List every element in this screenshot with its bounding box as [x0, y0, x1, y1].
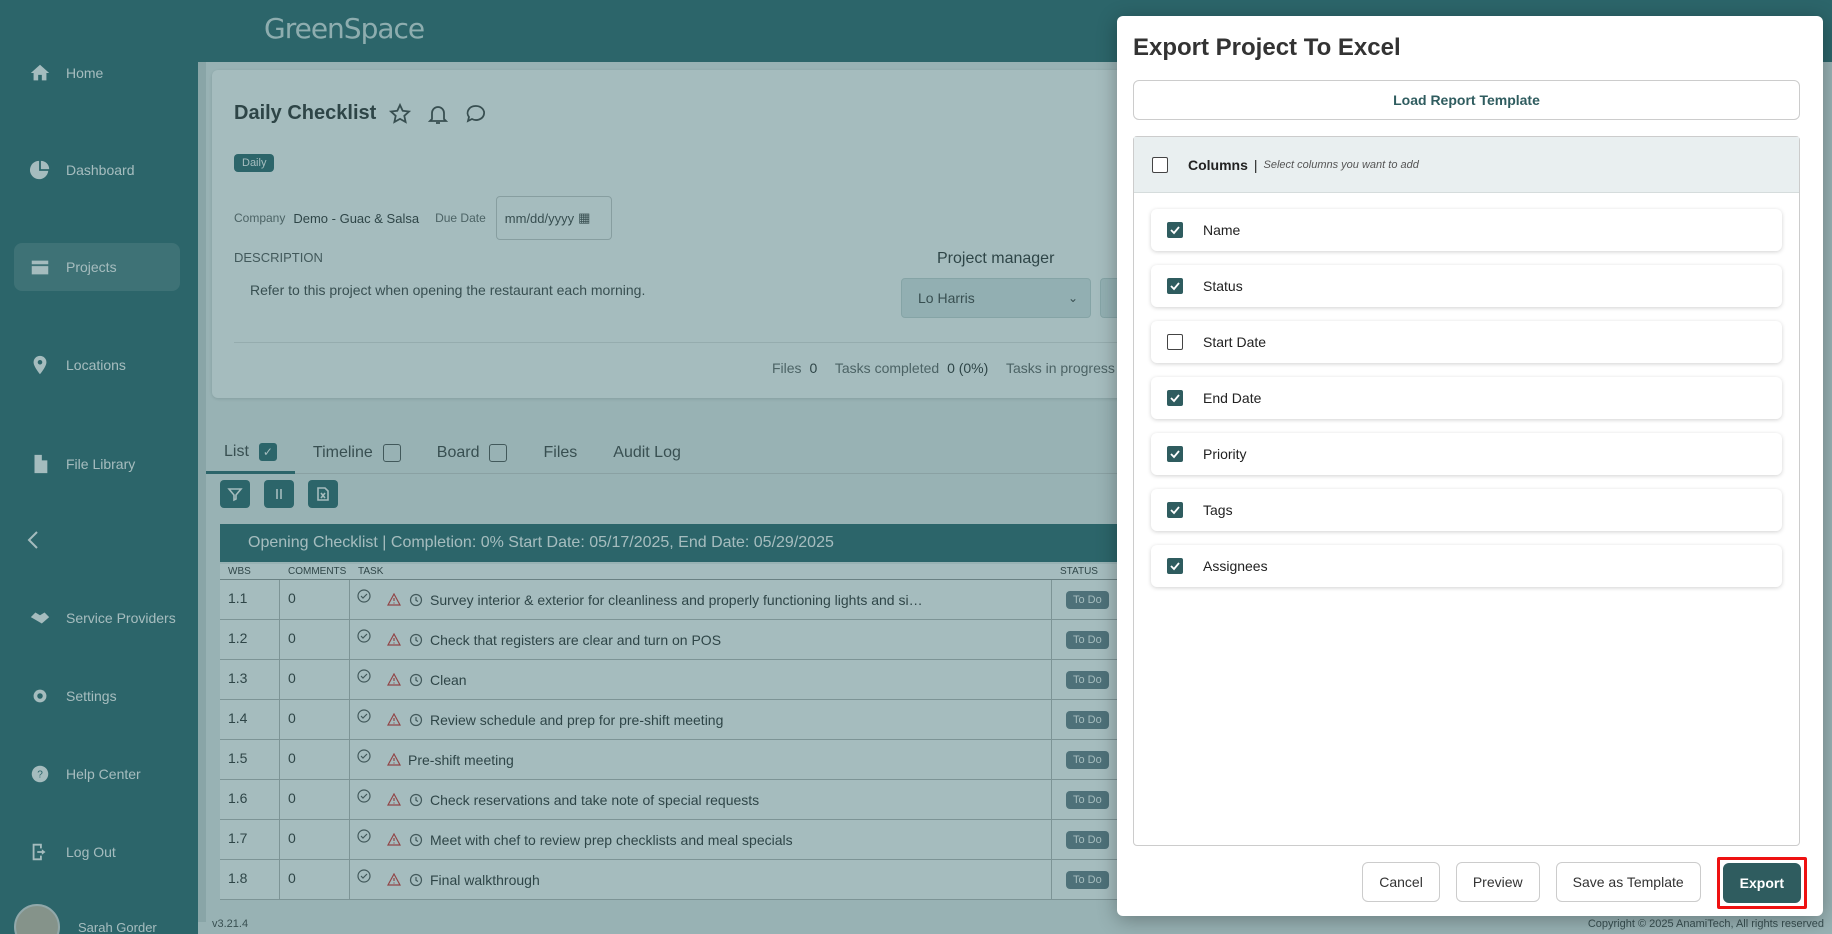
- column-option[interactable]: Assignees: [1151, 545, 1782, 587]
- export-highlight: Export: [1716, 857, 1807, 909]
- cancel-button[interactable]: Cancel: [1362, 862, 1440, 902]
- check-icon: [1170, 282, 1180, 291]
- column-label: Priority: [1203, 446, 1247, 462]
- columns-hint: Select columns you want to add: [1263, 158, 1419, 171]
- preview-button[interactable]: Preview: [1455, 862, 1540, 902]
- column-checkbox[interactable]: [1167, 446, 1183, 462]
- column-label: Tags: [1203, 502, 1233, 518]
- columns-separator: |: [1253, 156, 1258, 173]
- load-report-template-button[interactable]: Load Report Template: [1133, 80, 1800, 120]
- export-dialog: Export Project To Excel Load Report Temp…: [1117, 16, 1823, 916]
- save-as-template-button[interactable]: Save as Template: [1555, 862, 1701, 902]
- dialog-title: Export Project To Excel: [1133, 34, 1401, 61]
- column-checkbox[interactable]: [1167, 222, 1183, 238]
- column-label: Assignees: [1203, 558, 1268, 574]
- check-icon: [1170, 506, 1180, 515]
- column-label: End Date: [1203, 390, 1262, 406]
- check-icon: [1170, 394, 1180, 403]
- column-label: Start Date: [1203, 334, 1267, 350]
- export-button[interactable]: Export: [1722, 863, 1801, 903]
- check-icon: [1170, 562, 1180, 571]
- select-all-checkbox[interactable]: [1152, 156, 1168, 173]
- column-checkbox[interactable]: [1167, 390, 1183, 406]
- column-option[interactable]: Tags: [1151, 489, 1782, 531]
- column-option[interactable]: Status: [1151, 265, 1782, 307]
- column-label: Status: [1203, 278, 1243, 294]
- column-checkbox[interactable]: [1167, 502, 1183, 518]
- columns-panel: Columns | Select columns you want to add…: [1133, 136, 1800, 846]
- check-icon: [1170, 450, 1180, 459]
- column-label: Name: [1203, 222, 1241, 238]
- column-option[interactable]: Name: [1151, 209, 1782, 251]
- column-option[interactable]: End Date: [1151, 377, 1782, 419]
- column-checkbox[interactable]: [1167, 558, 1183, 574]
- column-checkbox[interactable]: [1167, 278, 1183, 294]
- column-option[interactable]: Priority: [1151, 433, 1782, 475]
- columns-title: Columns: [1188, 156, 1248, 173]
- column-option[interactable]: Start Date: [1151, 321, 1782, 363]
- check-icon: [1170, 226, 1180, 235]
- column-checkbox[interactable]: [1167, 334, 1183, 350]
